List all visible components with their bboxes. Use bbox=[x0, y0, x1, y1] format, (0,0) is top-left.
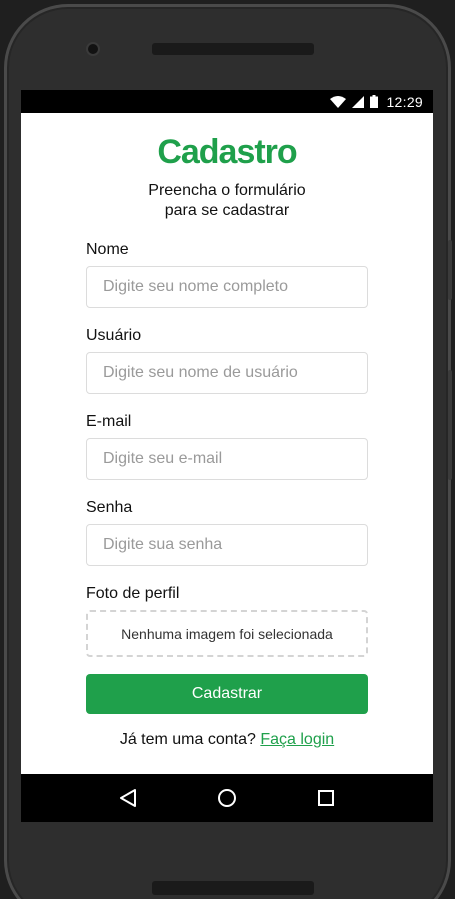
signal-icon bbox=[352, 95, 365, 108]
photo-picker[interactable]: Nenhuma imagem foi selecionada bbox=[86, 610, 368, 657]
page-subtitle: Preencha o formulário para se cadastrar bbox=[21, 181, 433, 221]
login-prompt: Já tem uma conta? bbox=[119, 731, 256, 748]
power-button bbox=[448, 370, 452, 480]
home-button[interactable] bbox=[215, 786, 239, 810]
wifi-icon bbox=[330, 95, 347, 108]
email-label: E-mail bbox=[86, 413, 132, 430]
username-label: Usuário bbox=[86, 327, 142, 344]
login-prompt-line: Já tem uma conta? Faça login bbox=[21, 731, 433, 749]
name-label: Nome bbox=[86, 241, 129, 258]
front-camera bbox=[86, 42, 100, 56]
login-link[interactable]: Faça login bbox=[260, 731, 334, 748]
volume-button bbox=[448, 240, 452, 300]
name-input[interactable] bbox=[86, 266, 368, 308]
page-title: Cadastro bbox=[157, 133, 297, 171]
device-screen: 12:29 Cadastro Preencha o formulário par… bbox=[21, 90, 433, 822]
email-input[interactable] bbox=[86, 438, 368, 480]
back-button[interactable] bbox=[116, 786, 140, 810]
earpiece-speaker bbox=[152, 43, 314, 55]
password-input[interactable] bbox=[86, 524, 368, 566]
password-label: Senha bbox=[86, 499, 133, 516]
navigation-bar bbox=[21, 774, 433, 822]
status-time: 12:29 bbox=[386, 93, 423, 110]
photo-label: Foto de perfil bbox=[86, 585, 180, 602]
home-icon bbox=[217, 789, 236, 807]
signup-form: Cadastro Preencha o formulário para se c… bbox=[21, 113, 433, 774]
status-bar: 12:29 bbox=[21, 90, 433, 113]
photo-picker-text: Nenhuma imagem foi selecionada bbox=[121, 625, 333, 642]
recents-icon bbox=[317, 790, 334, 806]
subtitle-line-2: para se cadastrar bbox=[164, 202, 290, 219]
submit-button[interactable]: Cadastrar bbox=[86, 674, 368, 714]
bottom-speaker bbox=[152, 881, 314, 895]
username-input[interactable] bbox=[86, 352, 368, 394]
battery-icon bbox=[370, 95, 379, 108]
recents-button[interactable] bbox=[314, 786, 338, 810]
subtitle-line-1: Preencha o formulário bbox=[148, 182, 306, 199]
back-icon bbox=[120, 789, 137, 807]
